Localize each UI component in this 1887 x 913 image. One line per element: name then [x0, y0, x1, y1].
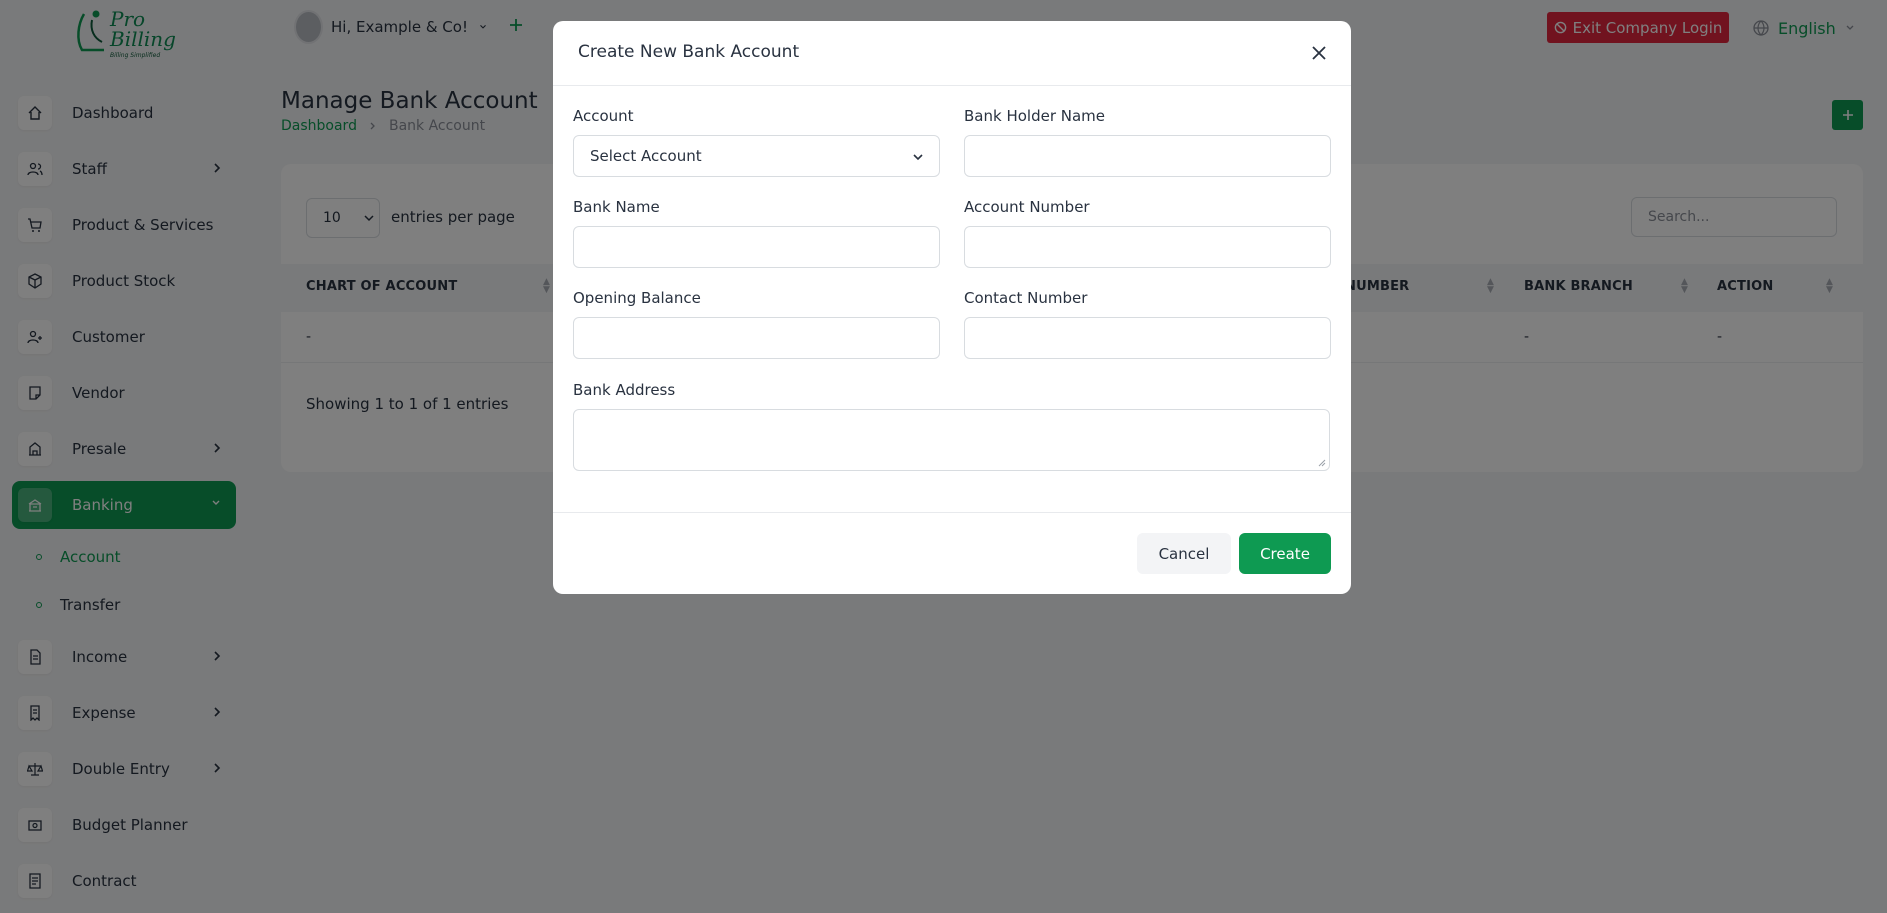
bank-name-input[interactable]	[573, 226, 940, 268]
account-number-input[interactable]	[964, 226, 1331, 268]
opening-balance-input[interactable]	[573, 317, 940, 359]
cancel-button[interactable]: Cancel	[1137, 533, 1231, 574]
modal-footer-divider	[553, 512, 1351, 513]
bank-address-label: Bank Address	[573, 381, 676, 399]
bank-holder-name-input[interactable]	[964, 135, 1331, 177]
contact-number-input[interactable]	[964, 317, 1331, 359]
modal-header: Create New Bank Account	[553, 21, 1351, 86]
chevron-down-icon	[913, 154, 923, 161]
bank-holder-name-label: Bank Holder Name	[964, 107, 1106, 125]
account-number-label: Account Number	[964, 198, 1090, 216]
create-button[interactable]: Create	[1239, 533, 1331, 574]
account-select[interactable]: Select Account	[573, 135, 940, 177]
opening-balance-label: Opening Balance	[573, 289, 701, 307]
resize-handle-icon[interactable]	[1318, 459, 1326, 467]
bank-name-label: Bank Name	[573, 198, 660, 216]
close-icon[interactable]	[1309, 43, 1329, 63]
account-select-value: Select Account	[590, 147, 702, 165]
create-bank-account-modal: Create New Bank Account Account Select A…	[553, 21, 1351, 594]
account-label: Account	[573, 107, 634, 125]
bank-address-textarea[interactable]	[573, 409, 1330, 471]
modal-title: Create New Bank Account	[578, 42, 800, 62]
contact-number-label: Contact Number	[964, 289, 1088, 307]
